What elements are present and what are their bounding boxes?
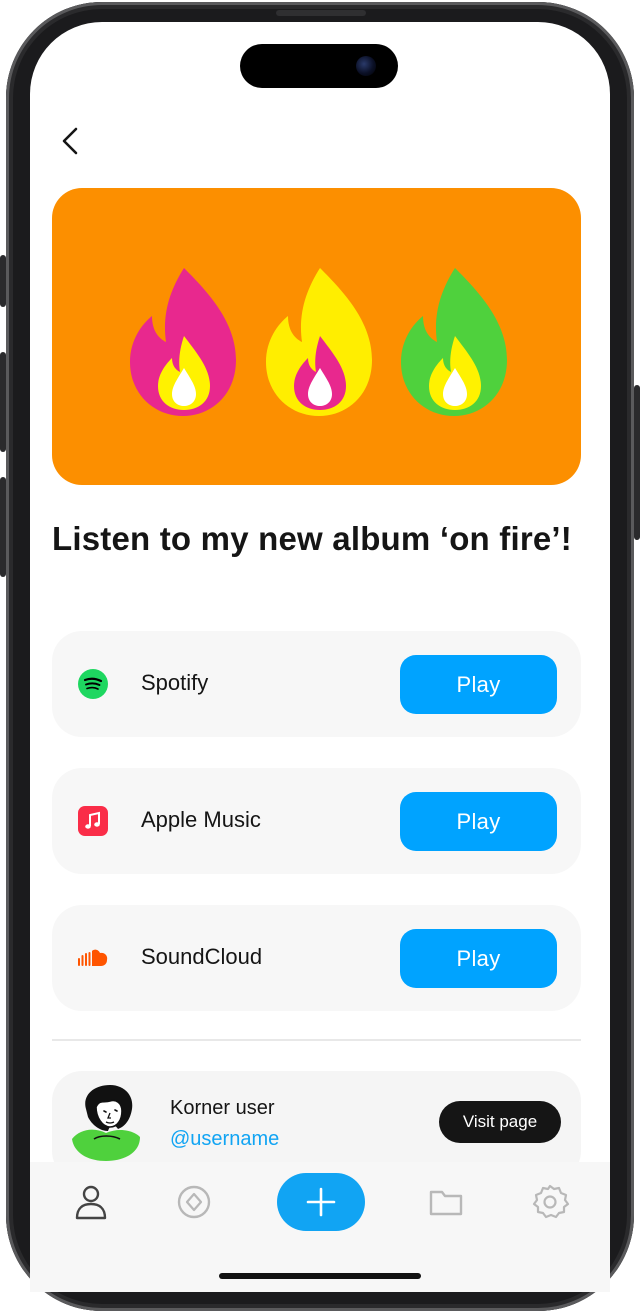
action-button	[0, 255, 6, 307]
page-title: Listen to my new album ‘on fire’!	[52, 520, 572, 557]
service-name: Apple Music	[141, 807, 261, 832]
volume-up-button	[0, 352, 6, 452]
profile-handle[interactable]: @username	[170, 1128, 279, 1151]
visit-page-button[interactable]: Visit page	[439, 1101, 561, 1143]
spotify-card: Spotify Play	[52, 631, 581, 737]
soundcloud-icon	[78, 949, 108, 966]
settings-icon[interactable]	[528, 1180, 572, 1224]
soundcloud-play-button[interactable]: Play	[400, 929, 557, 988]
avatar	[72, 1085, 140, 1161]
dynamic-island	[240, 44, 398, 88]
profile-icon[interactable]	[69, 1180, 113, 1224]
back-chevron-icon[interactable]	[55, 124, 89, 158]
speaker-slot	[276, 10, 366, 16]
service-name: SoundCloud	[141, 944, 263, 969]
divider	[52, 1039, 581, 1041]
camera-lens	[356, 56, 376, 76]
apple-music-icon	[78, 806, 108, 836]
soundcloud-card: SoundCloud Play	[52, 905, 581, 1011]
power-button	[634, 385, 640, 540]
service-name: Spotify	[141, 670, 209, 695]
spotify-play-button[interactable]: Play	[400, 655, 557, 714]
folder-icon[interactable]	[424, 1180, 468, 1224]
spotify-icon	[78, 669, 108, 699]
home-indicator[interactable]	[219, 1273, 421, 1279]
volume-down-button	[0, 477, 6, 577]
profile-name: Korner user	[170, 1097, 275, 1119]
album-banner	[52, 188, 581, 485]
apple-music-card: Apple Music Play	[52, 768, 581, 874]
add-icon[interactable]	[277, 1173, 365, 1231]
apple-music-play-button[interactable]: Play	[400, 792, 557, 851]
compass-icon[interactable]	[172, 1180, 216, 1224]
